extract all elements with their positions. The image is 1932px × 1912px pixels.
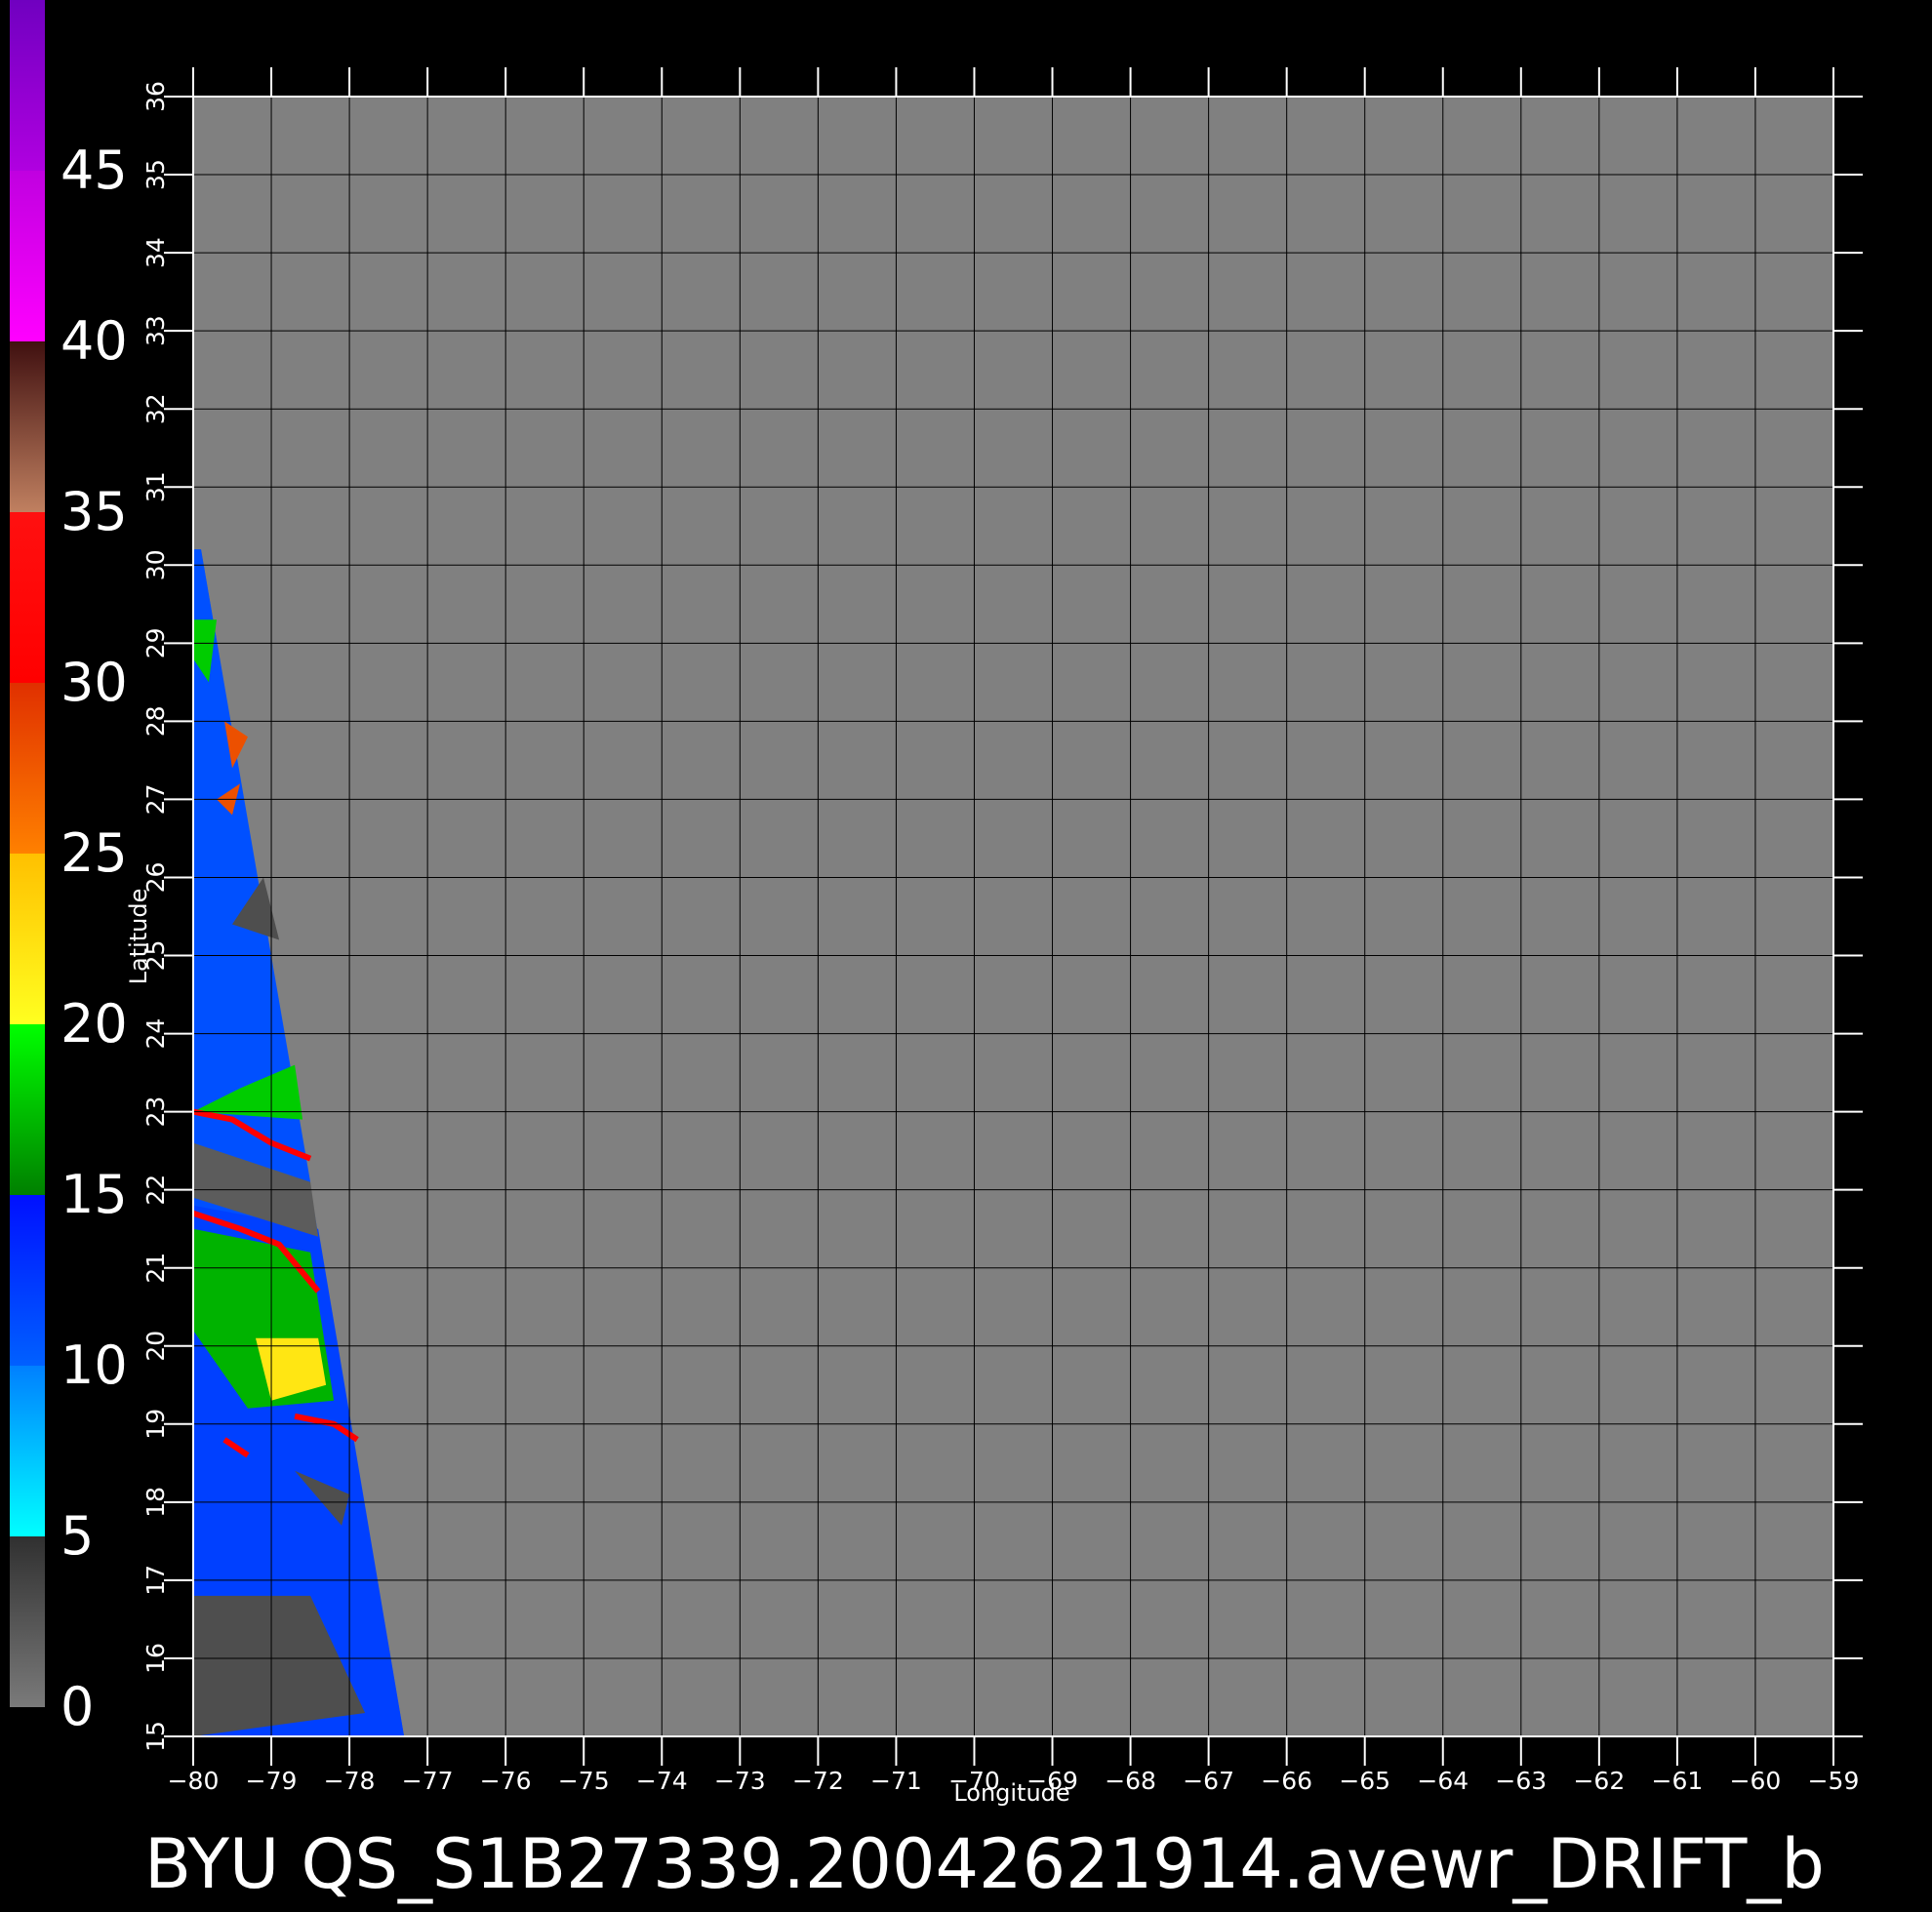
y-tick-label: 24 xyxy=(141,1018,170,1050)
colorbar-segment xyxy=(10,341,45,512)
y-tick-label: 20 xyxy=(141,1331,170,1362)
colorbar-segment xyxy=(10,854,45,1024)
colorbar-tick-label: 40 xyxy=(60,310,128,372)
y-axis-label: Latitude xyxy=(125,889,152,985)
x-tick-label: −74 xyxy=(636,1767,688,1795)
x-tick-label: −80 xyxy=(168,1767,220,1795)
x-tick-label: −68 xyxy=(1105,1767,1156,1795)
colorbar-segment xyxy=(10,1366,45,1536)
colorbar-segment xyxy=(10,0,45,171)
colorbar-segment xyxy=(10,512,45,683)
figure-caption: BYU QS_S1B27339.20042621914.avewr_DRIFT_… xyxy=(144,1824,1825,1904)
plot-area: −80 −79 −78 −77 −76 −75 −74 −73 −72 −71 −70 −69 −68−… xyxy=(141,67,1863,1795)
x-tick-label: −60 xyxy=(1730,1767,1782,1795)
x-tick-label: −73 xyxy=(714,1767,766,1795)
x-tick-label: −78 xyxy=(324,1767,376,1795)
y-tick-label: 16 xyxy=(141,1643,170,1674)
y-tick-label: 31 xyxy=(141,471,170,502)
y-tick-label: 27 xyxy=(141,784,170,816)
colorbar-tick-label: 30 xyxy=(60,652,128,713)
y-tick-label: 15 xyxy=(141,1721,170,1752)
x-tick-label: −63 xyxy=(1495,1767,1547,1795)
colorbar-segment xyxy=(10,1195,45,1366)
y-tick-label: 35 xyxy=(141,159,170,190)
plot-background xyxy=(193,97,1833,1736)
colorbar-tick-label: 45 xyxy=(60,139,128,201)
y-tick-label: 33 xyxy=(141,315,170,346)
x-tick-label: −61 xyxy=(1652,1767,1704,1795)
y-tick-label: 22 xyxy=(141,1175,170,1206)
x-tick-label: −77 xyxy=(402,1767,454,1795)
x-tick-label: −59 xyxy=(1808,1767,1860,1795)
colorbar-tick-label: 5 xyxy=(60,1505,94,1567)
colorbar-tick-label: 0 xyxy=(60,1676,94,1737)
x-tick-label: −72 xyxy=(792,1767,844,1795)
x-tick-label: −75 xyxy=(558,1767,610,1795)
colorbar-segment xyxy=(10,683,45,854)
scatterometer-wind-figure: 0 5 10 15 20 25 30 35 40 45 −80 −79 −78 −77 −76 −75 −74… xyxy=(0,0,1932,1912)
x-tick-label: −76 xyxy=(480,1767,532,1795)
colorbar-segment xyxy=(10,171,45,341)
y-tick-label: 17 xyxy=(141,1565,170,1596)
y-tick-label: 18 xyxy=(141,1487,170,1518)
x-tick-label: −65 xyxy=(1339,1767,1390,1795)
x-tick-label: −64 xyxy=(1417,1767,1469,1795)
y-tick-label: 32 xyxy=(141,393,170,424)
x-tick-label: −71 xyxy=(870,1767,922,1795)
x-tick-label: −62 xyxy=(1573,1767,1625,1795)
y-tick-label: 34 xyxy=(141,237,170,268)
colorbar-segment xyxy=(10,1024,45,1195)
y-tick-label: 36 xyxy=(141,81,170,112)
colorbar-tick-label: 15 xyxy=(60,1164,128,1225)
y-tick-label: 19 xyxy=(141,1409,170,1440)
x-tick-label: −66 xyxy=(1261,1767,1312,1795)
y-tick-label: 29 xyxy=(141,627,170,658)
colorbar-tick-label: 10 xyxy=(60,1334,128,1396)
x-tick-label: −79 xyxy=(246,1767,298,1795)
colorbar-segment xyxy=(10,1536,45,1707)
colorbar-tick-label: 20 xyxy=(60,993,128,1055)
y-tick-label: 21 xyxy=(141,1253,170,1284)
y-tick-label: 30 xyxy=(141,549,170,580)
y-tick-label: 23 xyxy=(141,1096,170,1128)
x-tick-label: −67 xyxy=(1183,1767,1234,1795)
y-tick-label: 28 xyxy=(141,705,170,737)
x-axis-label: Longitude xyxy=(953,1779,1069,1807)
colorbar-tick-label: 25 xyxy=(60,822,128,884)
colorbar-tick-label: 35 xyxy=(60,481,128,542)
